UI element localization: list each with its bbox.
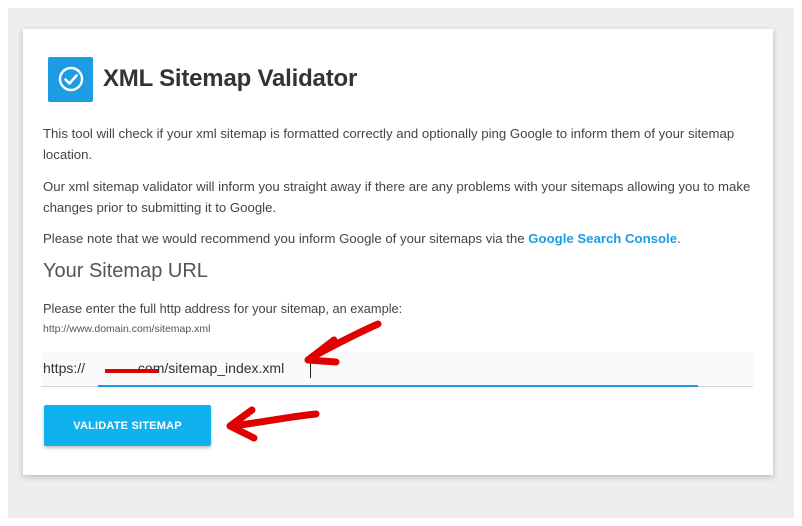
redaction-mark xyxy=(105,369,158,373)
title-row: XML Sitemap Validator xyxy=(48,56,357,102)
input-focus-underline xyxy=(98,385,698,387)
intro-paragraph-2: Our xml sitemap validator will inform yo… xyxy=(43,179,751,215)
note-suffix: . xyxy=(677,231,681,246)
google-search-console-link[interactable]: Google Search Console xyxy=(528,231,677,246)
annotation-arrow-input xyxy=(304,320,382,366)
section-heading: Your Sitemap URL xyxy=(43,260,208,282)
page-title: XML Sitemap Validator xyxy=(103,65,358,92)
note-text: Please note that we would recommend you … xyxy=(43,231,529,246)
check-circle-icon xyxy=(48,56,93,102)
sitemap-url-field[interactable] xyxy=(41,352,753,387)
validator-card: XML Sitemap Validator This tool will che… xyxy=(23,29,773,475)
note-paragraph: Please note that we would recommend you … xyxy=(43,228,755,249)
example-url: http://www.domain.com/sitemap.xml xyxy=(43,323,211,335)
validate-sitemap-button[interactable]: VALIDATE SITEMAP xyxy=(44,405,211,446)
field-label: Please enter the full http address for y… xyxy=(43,301,403,316)
intro-paragraph-1: This tool will check if your xml sitemap… xyxy=(43,126,735,162)
sitemap-url-input[interactable] xyxy=(41,352,753,384)
annotation-arrow-button xyxy=(226,406,320,442)
